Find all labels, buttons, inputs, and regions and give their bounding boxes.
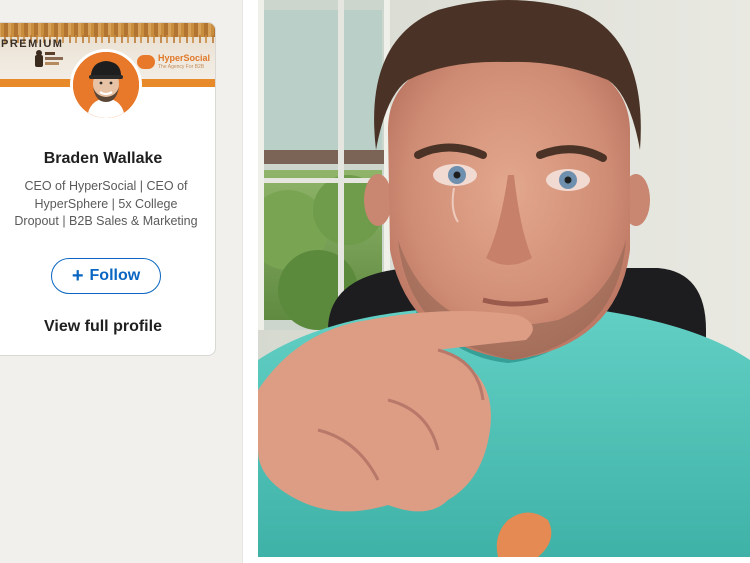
plus-icon: + bbox=[71, 265, 84, 287]
view-full-profile-link[interactable]: View full profile bbox=[0, 318, 215, 336]
post-photo bbox=[258, 0, 750, 557]
follow-label: Follow bbox=[89, 267, 141, 284]
banner-logo-icon bbox=[35, 50, 63, 67]
profile-name[interactable]: Braden Wallake bbox=[0, 150, 215, 168]
profile-headline: CEO of HyperSocial | CEO of HyperSphere … bbox=[14, 179, 198, 228]
avatar[interactable] bbox=[70, 49, 142, 121]
follow-button[interactable]: + Follow bbox=[51, 258, 161, 294]
crying-man-photo bbox=[258, 0, 750, 557]
profile-card: PREMIUM HyperSocial The Agency For B2B B… bbox=[0, 22, 216, 356]
avatar-portrait bbox=[73, 52, 139, 118]
speech-bubble-icon bbox=[137, 55, 155, 69]
banner-brand: HyperSocial bbox=[158, 53, 211, 63]
hypersocial-logo: HyperSocial The Agency For B2B bbox=[137, 53, 215, 75]
banner-tagline: The Agency For B2B bbox=[158, 64, 205, 70]
